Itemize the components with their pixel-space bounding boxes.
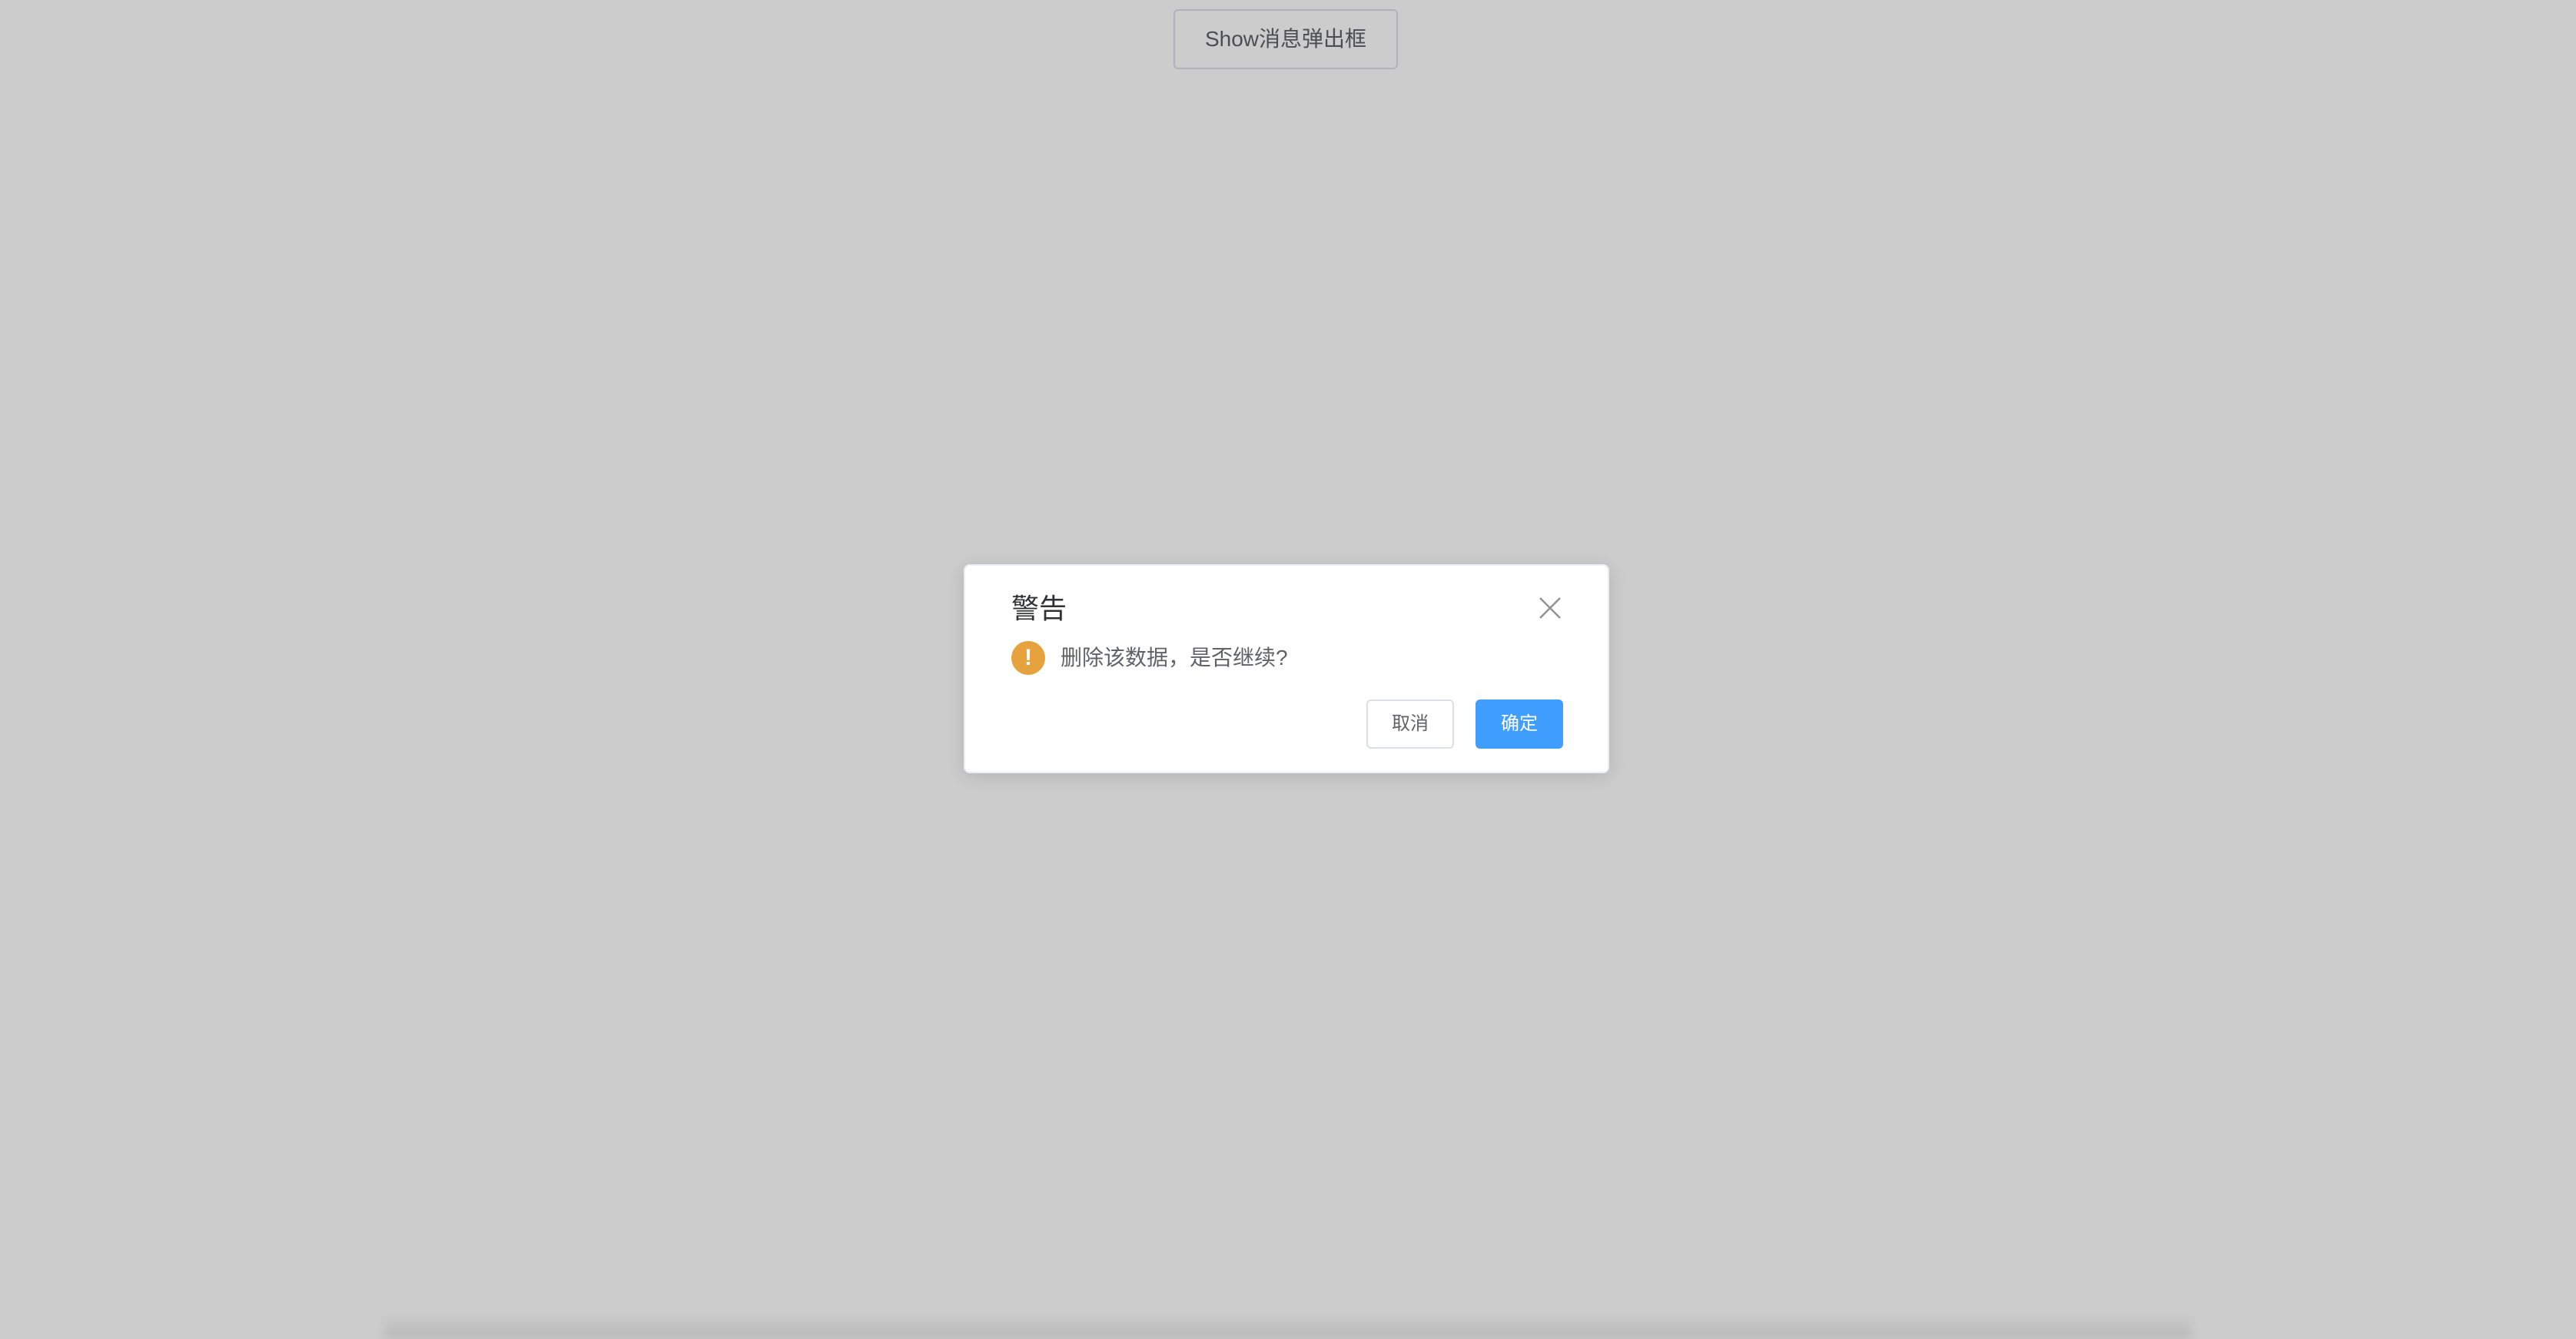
dialog-title: 警告 xyxy=(1011,593,1067,624)
message-row: ! 删除该数据，是否继续? xyxy=(1011,640,1288,676)
message-text: 删除该数据，是否继续? xyxy=(1061,646,1288,670)
warning-icon: ! xyxy=(1011,641,1045,675)
close-icon[interactable] xyxy=(1537,595,1563,621)
message-box-dialog: 警告 ! 删除该数据，是否继续? 取消 确定 xyxy=(964,564,1609,773)
confirm-button[interactable]: 确定 xyxy=(1476,699,1563,749)
cancel-button[interactable]: 取消 xyxy=(1366,699,1454,749)
